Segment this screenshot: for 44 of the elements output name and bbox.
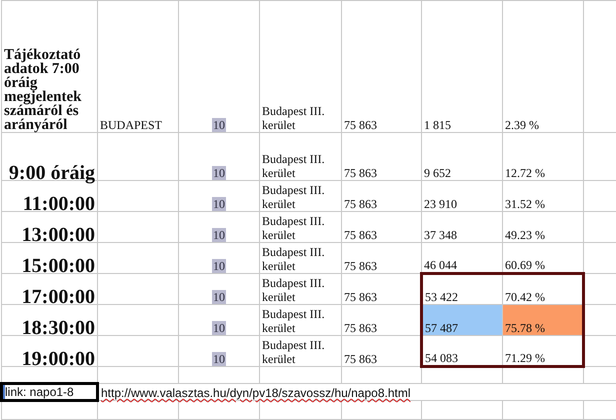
table-cell: 12.72 % xyxy=(502,132,584,180)
table-cell: 57 487 xyxy=(422,304,502,336)
table-cell: 75 863 xyxy=(342,242,422,274)
table-cell: Budapest III. kerület xyxy=(260,0,342,132)
table-cell: Budapest III. kerület xyxy=(260,304,342,336)
time-label: 15:00:00 xyxy=(2,242,98,274)
table-cell: 71.29 % xyxy=(502,336,584,366)
table-cell: 10 xyxy=(212,118,226,132)
table-cell: Budapest III. kerület xyxy=(260,336,342,366)
table-cell: 75 863 xyxy=(342,212,422,242)
table-cell: Budapest III. kerület xyxy=(260,274,342,304)
table-cell: 10 xyxy=(212,259,226,273)
table-cell: BUDAPEST xyxy=(98,0,178,132)
table-cell: 10 xyxy=(212,166,226,180)
table-cell: Budapest III. kerület xyxy=(260,180,342,212)
table-cell: 75 863 xyxy=(342,180,422,212)
table-cell: Budapest III. kerület xyxy=(260,212,342,242)
table-cell: 10 xyxy=(212,290,226,304)
table-cell: 10 xyxy=(212,352,226,366)
table-cell: 75 863 xyxy=(342,0,422,132)
table-cell: 10 xyxy=(212,321,226,335)
heading-text: Tájékoztató adatok 7:00 óráig megjelentek számáról és arányáról xyxy=(2,0,98,132)
time-label: 17:00:00 xyxy=(2,274,98,304)
time-label: 18:30:00 xyxy=(2,304,98,336)
table-cell: 75 863 xyxy=(342,132,422,180)
table-cell[interactable]: link: napo1-8 xyxy=(2,384,98,400)
table-cell: 2.39 % xyxy=(502,0,584,132)
time-label: 13:00:00 xyxy=(2,212,98,242)
table-cell: 49.23 % xyxy=(502,212,584,242)
table-cell: 46 044 xyxy=(422,242,502,274)
table-cell: 54 083 xyxy=(422,336,502,366)
table-cell: Budapest III. kerület xyxy=(260,242,342,274)
table-cell: 60.69 % xyxy=(502,242,584,274)
url-text: http://www.valasztas.hu/dyn/pv18/szavossz/hu/napo8.html xyxy=(101,386,410,400)
table-cell: 10 xyxy=(212,228,226,242)
table-cell: Budapest III. kerület xyxy=(260,132,342,180)
table-cell: 31.52 % xyxy=(502,180,584,212)
table-cell: 23 910 xyxy=(422,180,502,212)
table-cell: 10 xyxy=(212,197,226,211)
table-cell: 75.78 % xyxy=(502,304,584,336)
time-label: 19:00:00 xyxy=(2,336,98,366)
table-cell: 37 348 xyxy=(422,212,502,242)
table-cell: 9 652 xyxy=(422,132,502,180)
table-cell: 1 815 xyxy=(422,0,502,132)
